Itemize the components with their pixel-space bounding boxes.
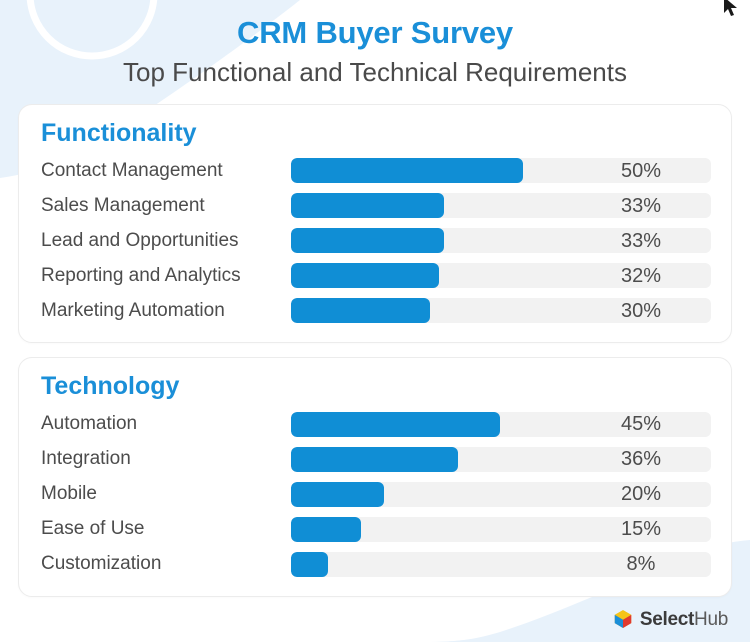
bar-fill — [291, 516, 361, 542]
bar-row: Sales Management 33% — [41, 188, 711, 223]
bar-row-label: Integration — [41, 448, 131, 470]
bar-fill — [291, 446, 459, 472]
bar-row-label: Contact Management — [41, 159, 223, 181]
section-card-functionality: Functionality Contact Management 50% Sales … — [18, 103, 732, 344]
bar-row: Ease of Use 15% — [41, 512, 711, 547]
bar-row: Reporting and Analytics 32% — [41, 258, 711, 293]
bar-track: 30% — [291, 298, 711, 324]
section-heading: Functionality — [41, 118, 197, 147]
page-title: CRM Buyer Survey — [237, 15, 513, 50]
bar-track: 45% — [291, 411, 711, 437]
infographic-content: CRM Buyer Survey Top Functional and Tech… — [0, 0, 750, 642]
bar-row-label: Customization — [41, 553, 162, 575]
page-subtitle: Top Functional and Technical Requirement… — [123, 56, 627, 87]
section-card-technology: Technology Automation 45% Integration 36% Mob… — [18, 357, 732, 597]
bar-value-label: 8% — [626, 553, 656, 576]
selecthub-wordmark: SelectHub — [640, 610, 728, 629]
bar-fill — [291, 551, 329, 577]
bar-track: 36% — [291, 446, 711, 472]
bar-track: 33% — [291, 193, 711, 219]
brand-name-light: Hub — [694, 608, 728, 630]
section-heading: Technology — [41, 372, 180, 401]
bar-row: Integration 36% — [41, 442, 711, 477]
bar-row-label: Automation — [41, 413, 138, 435]
bar-row-label: Lead and Opportunities — [41, 229, 239, 251]
bar-value-label: 45% — [620, 413, 662, 436]
bar-value-label: 33% — [620, 229, 662, 252]
brand-name-bold: Select — [639, 608, 695, 630]
bar-track: 15% — [291, 516, 711, 542]
bar-row-label: Reporting and Analytics — [41, 264, 241, 286]
bar-value-label: 20% — [620, 483, 662, 506]
selecthub-logo: SelectHub — [612, 608, 728, 630]
bar-fill — [291, 193, 445, 219]
bar-track: 50% — [291, 158, 711, 184]
bar-row-label: Sales Management — [41, 194, 205, 216]
bar-value-label: 15% — [620, 518, 662, 541]
bar-value-label: 50% — [620, 159, 662, 182]
bar-track: 8% — [291, 551, 711, 577]
bar-fill — [291, 411, 500, 437]
bar-row: Lead and Opportunities 33% — [41, 223, 711, 258]
bar-row-label: Ease of Use — [41, 518, 145, 540]
bar-track: 33% — [291, 228, 711, 254]
bar-row: Contact Management 50% — [41, 153, 711, 188]
bar-fill — [291, 298, 431, 324]
bar-fill — [291, 263, 440, 289]
bar-track: 32% — [291, 263, 711, 289]
bar-row: Automation 45% — [41, 407, 711, 442]
bar-fill — [291, 158, 523, 184]
header: CRM Buyer Survey Top Functional and Tech… — [18, 0, 732, 90]
bar-fill — [291, 228, 445, 254]
bar-row: Customization 8% — [41, 547, 711, 582]
bar-row: Marketing Automation 30% — [41, 293, 711, 328]
selecthub-cube-icon — [614, 610, 632, 628]
bar-fill — [291, 481, 384, 507]
bar-value-label: 30% — [620, 299, 662, 322]
bar-row: Mobile 20% — [41, 477, 711, 512]
bar-value-label: 36% — [620, 448, 662, 471]
bar-track: 20% — [291, 481, 711, 507]
bar-value-label: 32% — [620, 264, 662, 287]
sections-container: Functionality Contact Management 50% Sales … — [18, 103, 732, 597]
bar-row-label: Mobile — [41, 483, 97, 505]
bar-row-label: Marketing Automation — [41, 299, 225, 321]
bar-value-label: 33% — [620, 194, 662, 217]
